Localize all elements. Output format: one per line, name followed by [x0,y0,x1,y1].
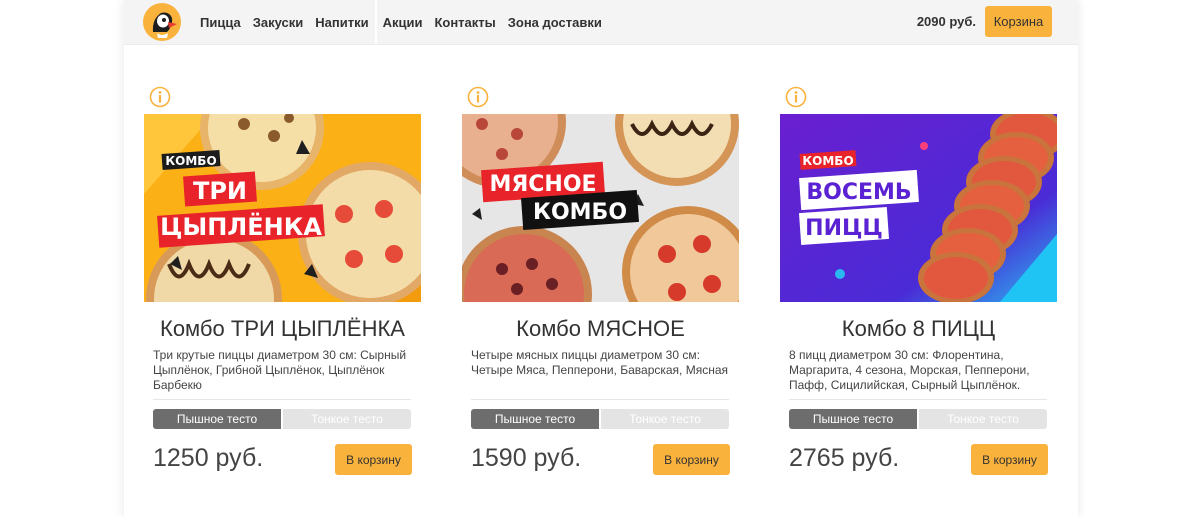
puffin-logo-icon[interactable] [142,2,182,42]
product-image[interactable]: КОМБО ТРИ ЦЫПЛЁНКА [144,114,421,302]
divider [471,399,729,400]
nav-item-promotions[interactable]: Акции [377,15,429,30]
add-to-cart-button[interactable]: В корзину [971,444,1048,475]
main-nav: Пицца Закуски Напитки Акции Контакты Зон… [194,0,608,44]
nav-item-drinks[interactable]: Напитки [309,15,374,30]
nav-item-contacts[interactable]: Контакты [428,15,501,30]
product-title: Комбо ТРИ ЦЫПЛЁНКА [160,316,405,341]
dough-thin-option[interactable]: Тонкое тесто [283,409,411,429]
promo-line-1: МЯСНОЕ [489,172,596,197]
nav-item-delivery-zone[interactable]: Зона доставки [502,15,608,30]
dough-thin-option[interactable]: Тонкое тесто [601,409,729,429]
product-title: Комбо 8 ПИЦЦ [841,316,996,341]
promo-badge-text: КОМБО [802,154,853,168]
dough-selector: Пышное тесто Тонкое тесто [153,409,411,429]
dough-thin-option[interactable]: Тонкое тесто [919,409,1047,429]
dough-selector: Пышное тесто Тонкое тесто [789,409,1047,429]
promo-line-1: ВОСЕМЬ [806,180,911,205]
product-description: Четыре мясных пиццы диаметром 30 см: Чет… [471,348,729,377]
page-container: Пицца Закуски Напитки Акции Контакты Зон… [124,0,1078,517]
promo-line-2: ПИЦЦ [805,216,883,241]
cart-total: 2090 руб. [916,14,976,29]
divider [789,399,1047,400]
info-icon[interactable] [785,86,807,108]
divider [153,399,411,400]
cart-button[interactable]: Корзина [985,6,1052,37]
info-icon[interactable] [467,86,489,108]
promo-line-2: КОМБО [533,200,627,225]
add-to-cart-button[interactable]: В корзину [335,444,412,475]
info-icon[interactable] [149,86,171,108]
promo-line-2: ЦЫПЛЁНКА [160,212,322,241]
product-title: Комбо МЯСНОЕ [516,316,685,341]
product-price: 2765 руб. [789,444,900,472]
product-description: Три крутые пиццы диаметром 30 см: Сырный… [153,348,407,392]
product-price: 1590 руб. [471,444,582,472]
product-price: 1250 руб. [153,444,264,472]
dough-thick-option[interactable]: Пышное тесто [789,409,917,429]
dough-thick-option[interactable]: Пышное тесто [153,409,281,429]
dough-selector: Пышное тесто Тонкое тесто [471,409,729,429]
top-header: Пицца Закуски Напитки Акции Контакты Зон… [124,0,1078,45]
promo-badge-text: КОМБО [165,154,216,168]
promo-line-1: ТРИ [193,177,247,205]
add-to-cart-button[interactable]: В корзину [653,444,730,475]
dough-thick-option[interactable]: Пышное тесто [471,409,599,429]
nav-item-pizza[interactable]: Пицца [194,15,247,30]
product-image[interactable]: МЯСНОЕ КОМБО [462,114,739,302]
product-description: 8 пицц диаметром 30 см: Флорентина, Марг… [789,348,1030,392]
product-image[interactable]: КОМБО ВОСЕМЬ ПИЦЦ [780,114,1057,302]
nav-item-snacks[interactable]: Закуски [247,15,310,30]
